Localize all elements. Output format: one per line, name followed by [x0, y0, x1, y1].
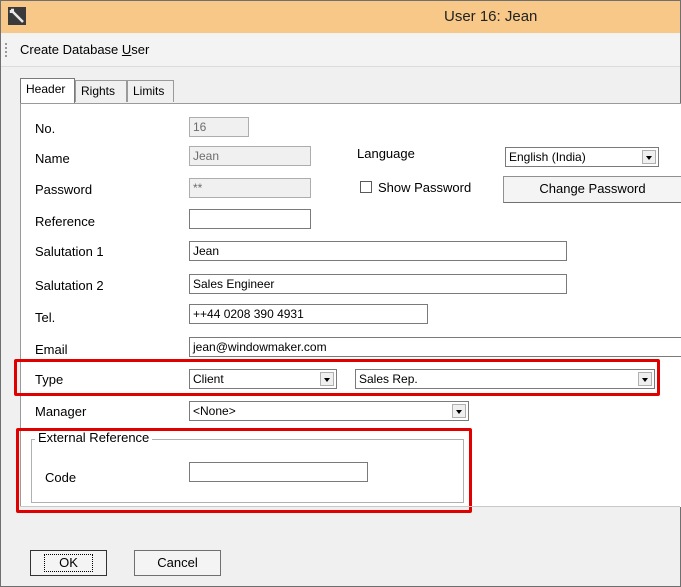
salutation2-label: Salutation 2: [35, 278, 104, 293]
tel-label: Tel.: [35, 310, 56, 325]
ok-button[interactable]: OK: [30, 550, 107, 576]
tab-limits[interactable]: Limits: [127, 80, 174, 102]
language-label: Language: [357, 146, 415, 161]
reference-label: Reference: [35, 214, 95, 229]
bottom-separator: [20, 506, 680, 507]
external-reference-highlight-box: [16, 428, 472, 513]
toolbar-grip-icon[interactable]: [5, 43, 9, 57]
reference-field[interactable]: [189, 209, 311, 229]
ok-button-label: OK: [44, 554, 93, 572]
manager-value: <None>: [193, 404, 236, 418]
email-field[interactable]: jean@windowmaker.com: [189, 337, 681, 357]
language-dropdown[interactable]: English (India): [505, 147, 659, 167]
language-value: English (India): [509, 150, 586, 164]
type-highlight-box: [14, 359, 660, 396]
salutation1-label: Salutation 1: [35, 244, 104, 259]
no-field: 16: [189, 117, 249, 137]
password-field: **: [189, 178, 311, 198]
chevron-down-icon[interactable]: [452, 404, 466, 418]
tel-field[interactable]: ++44 0208 390 4931: [189, 304, 428, 324]
cancel-button[interactable]: Cancel: [134, 550, 221, 576]
manager-dropdown[interactable]: <None>: [189, 401, 469, 421]
salutation1-field[interactable]: Jean: [189, 241, 567, 261]
no-label: No.: [35, 121, 56, 136]
toolbar: Create Database User: [1, 34, 680, 67]
change-password-button[interactable]: Change Password: [503, 176, 681, 203]
show-password-label: Show Password: [378, 180, 472, 195]
header-tab-panel: No. 16 Name Jean Language English (India…: [14, 103, 681, 513]
password-label: Password: [35, 182, 93, 197]
name-field: Jean: [189, 146, 311, 166]
create-database-user-button[interactable]: Create Database User: [20, 42, 149, 57]
manager-label: Manager: [35, 404, 87, 419]
title-bar[interactable]: User 16: Jean: [1, 1, 680, 33]
dialog-window: User 16: Jean Create Database User Heade…: [0, 0, 681, 587]
salutation2-field[interactable]: Sales Engineer: [189, 274, 567, 294]
app-pencil-icon: [8, 7, 26, 25]
tab-rights[interactable]: Rights: [75, 80, 127, 102]
window-title: User 16: Jean: [444, 8, 538, 25]
show-password-checkbox[interactable]: [360, 181, 372, 193]
chevron-down-icon[interactable]: [642, 150, 656, 164]
email-label: Email: [35, 342, 68, 357]
tab-header[interactable]: Header: [20, 78, 75, 103]
name-label: Name: [35, 151, 70, 166]
